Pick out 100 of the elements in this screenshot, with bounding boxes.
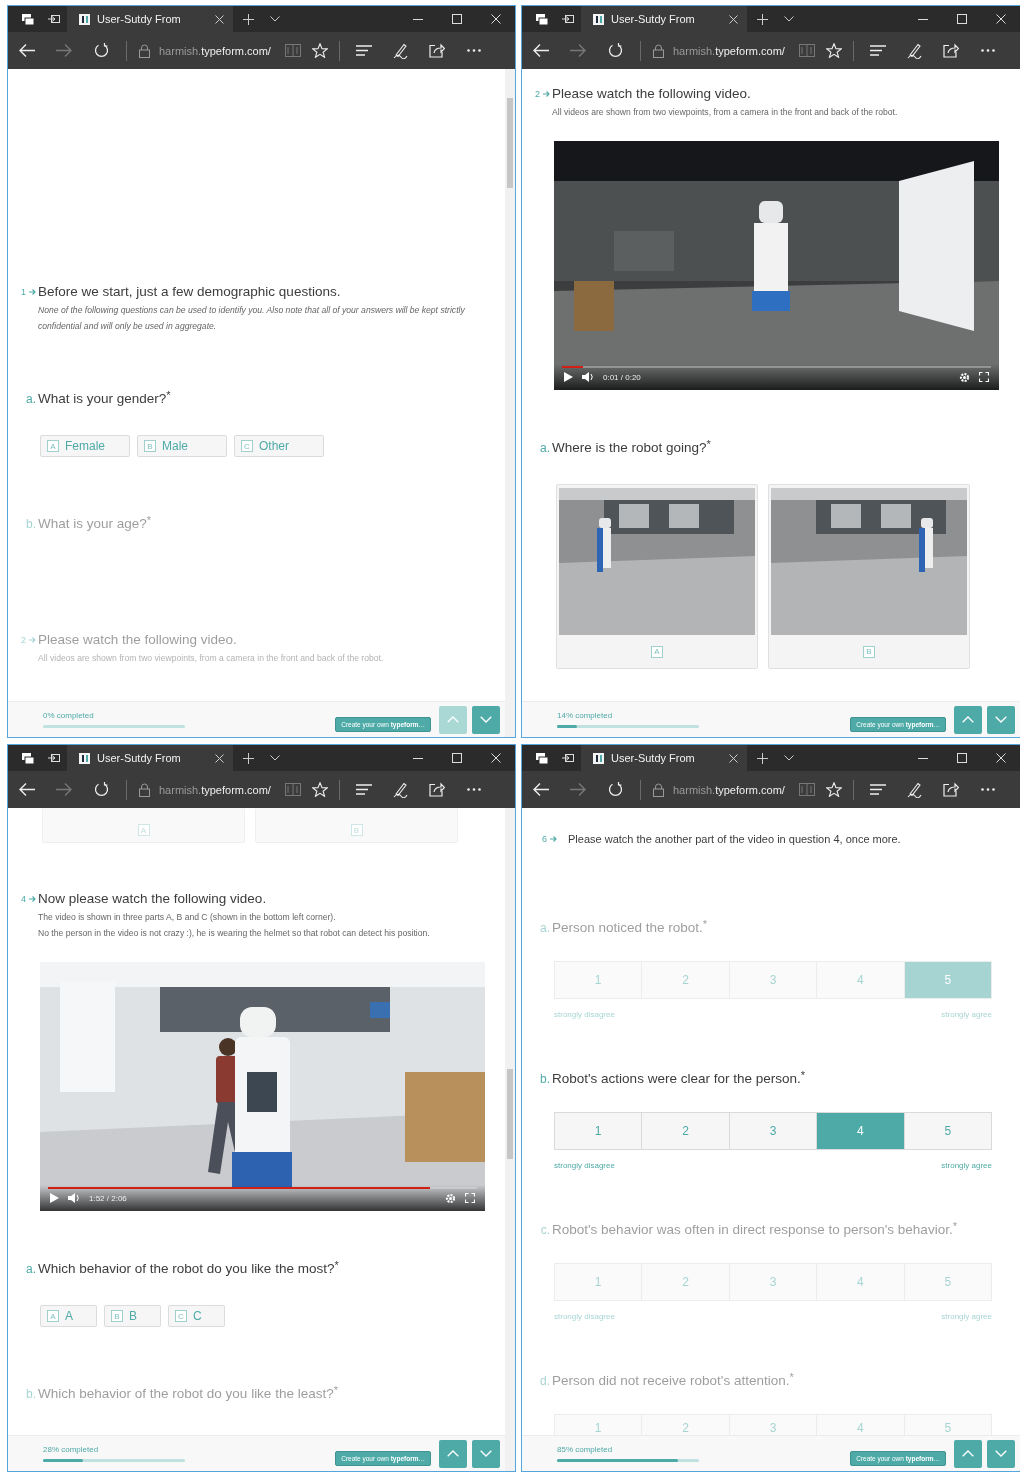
rating-option[interactable]: 3 [729, 962, 818, 998]
reading-view-icon[interactable] [798, 44, 815, 57]
close-icon[interactable] [995, 14, 1006, 24]
star-icon[interactable] [825, 43, 842, 58]
forward-icon[interactable] [570, 44, 586, 57]
close-tab-icon[interactable] [729, 14, 738, 24]
rating-option[interactable]: 4 [817, 962, 905, 998]
next-button[interactable] [987, 1439, 1015, 1468]
rating-option[interactable]: 2 [642, 1113, 730, 1149]
choice-option[interactable]: C C [168, 1305, 225, 1327]
chevron-up-icon[interactable] [962, 716, 974, 723]
back-icon[interactable] [19, 44, 35, 57]
maximize-icon[interactable] [451, 753, 462, 763]
choice-option[interactable]: A Female [40, 435, 130, 457]
set-aside-tabs-icon[interactable] [562, 753, 574, 763]
play-icon[interactable] [564, 372, 573, 382]
forward-icon[interactable] [56, 783, 72, 796]
reading-view-icon[interactable] [284, 44, 301, 57]
hub-icon[interactable] [355, 45, 372, 56]
address-bar[interactable]: harmish.typeform.com/ [673, 44, 785, 57]
more-icon[interactable] [467, 788, 482, 791]
close-tab-icon[interactable] [215, 14, 224, 24]
close-icon[interactable] [490, 14, 501, 24]
rating-option[interactable]: 2 [642, 1415, 730, 1437]
forward-icon[interactable] [570, 783, 586, 796]
refresh-icon[interactable] [93, 782, 109, 797]
choice-option[interactable]: C Other [234, 435, 324, 457]
tabs-icon[interactable] [535, 13, 548, 25]
volume-icon[interactable] [582, 372, 594, 382]
choice-card[interactable]: B [768, 484, 970, 669]
choice-option[interactable]: A A [40, 1305, 97, 1327]
next-button[interactable] [987, 705, 1015, 734]
rating-option[interactable]: 2 [642, 962, 730, 998]
rating-option[interactable]: 4 [817, 1415, 905, 1437]
choice-card[interactable]: A [556, 484, 758, 669]
address-bar[interactable]: harmish.typeform.com/ [159, 44, 271, 57]
reading-view-icon[interactable] [284, 783, 301, 796]
rating-option[interactable]: 1 [555, 1113, 643, 1149]
close-tab-icon[interactable] [729, 753, 738, 763]
hub-icon[interactable] [355, 784, 372, 795]
settings-icon[interactable] [959, 371, 970, 383]
address-bar[interactable]: harmish.typeform.com/ [673, 783, 785, 796]
chevron-down-icon[interactable] [784, 755, 794, 761]
chevron-down-icon[interactable] [270, 16, 280, 22]
minimize-icon[interactable] [917, 18, 928, 20]
previous-button[interactable] [439, 1439, 467, 1468]
scrollbar[interactable] [505, 69, 515, 737]
more-icon[interactable] [467, 49, 482, 52]
maximize-icon[interactable] [451, 14, 462, 24]
chevron-up-icon[interactable] [447, 1450, 459, 1457]
hub-icon[interactable] [869, 784, 886, 795]
choice-option[interactable]: B B [104, 1305, 161, 1327]
settings-icon[interactable] [445, 1192, 456, 1204]
pen-icon[interactable] [392, 781, 408, 798]
scrollbar-thumb[interactable] [507, 98, 513, 188]
choice-option[interactable]: B Male [137, 435, 227, 457]
reading-view-icon[interactable] [798, 783, 815, 796]
next-button[interactable] [472, 705, 500, 734]
chevron-up-icon[interactable] [962, 1450, 974, 1457]
minimize-icon[interactable] [412, 18, 423, 20]
video-player[interactable]: 1:52 / 2:06 [40, 962, 485, 1211]
close-tab-icon[interactable] [215, 753, 224, 763]
star-icon[interactable] [825, 782, 842, 797]
video-player[interactable]: 0:01 / 0:20 [554, 141, 999, 390]
close-icon[interactable] [490, 753, 501, 763]
pen-icon[interactable] [906, 42, 922, 59]
close-icon[interactable] [995, 753, 1006, 763]
minimize-icon[interactable] [917, 757, 928, 759]
browser-tab[interactable]: User-Sutdy From [67, 745, 233, 771]
rating-option[interactable]: 2 [642, 1264, 730, 1300]
share-icon[interactable] [429, 782, 446, 797]
star-icon[interactable] [311, 43, 328, 58]
rating-option[interactable]: 4 [817, 1113, 905, 1149]
browser-tab[interactable]: User-Sutdy From [67, 6, 233, 32]
tabs-icon[interactable] [535, 752, 548, 764]
browser-tab[interactable]: User-Sutdy From [581, 6, 747, 32]
rating-option[interactable]: 3 [729, 1264, 818, 1300]
set-aside-tabs-icon[interactable] [562, 14, 574, 24]
new-tab-icon[interactable] [242, 752, 254, 764]
maximize-icon[interactable] [956, 753, 967, 763]
maximize-icon[interactable] [956, 14, 967, 24]
chevron-down-icon[interactable] [784, 16, 794, 22]
fullscreen-icon[interactable] [979, 372, 989, 382]
choice-card[interactable]: A [42, 808, 245, 843]
back-icon[interactable] [533, 44, 549, 57]
rating-option[interactable]: 5 [904, 962, 992, 998]
new-tab-icon[interactable] [756, 752, 768, 764]
new-tab-icon[interactable] [242, 13, 254, 25]
address-bar[interactable]: harmish.typeform.com/ [159, 783, 271, 796]
back-icon[interactable] [533, 783, 549, 796]
pen-icon[interactable] [392, 42, 408, 59]
next-button[interactable] [472, 1439, 500, 1468]
back-icon[interactable] [19, 783, 35, 796]
set-aside-tabs-icon[interactable] [48, 753, 60, 763]
scrollbar-thumb[interactable] [507, 1069, 513, 1159]
rating-option[interactable]: 5 [904, 1113, 992, 1149]
pen-icon[interactable] [906, 781, 922, 798]
star-icon[interactable] [311, 782, 328, 797]
forward-icon[interactable] [56, 44, 72, 57]
volume-icon[interactable] [68, 1193, 80, 1203]
